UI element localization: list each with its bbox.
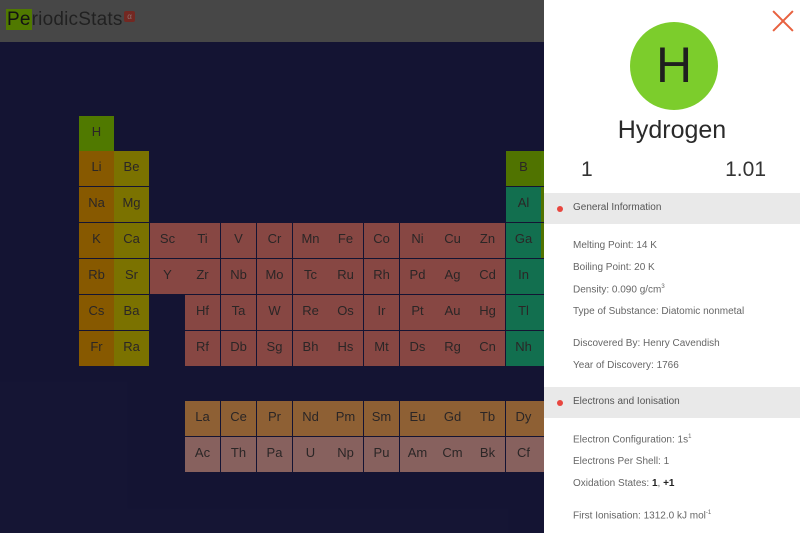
section-title: Electrons and Ionisation [573, 396, 680, 407]
substance-type: Type of Substance: Diatomic nonmetal [573, 306, 745, 317]
oxidation-states: Oxidation States: 1, +1 [573, 478, 675, 489]
bullet-icon [557, 400, 563, 406]
melting-point: Melting Point: 14 K [573, 240, 657, 251]
atomic-number: 1 [581, 158, 593, 181]
section-electrons-ionisation[interactable]: Electrons and Ionisation [544, 387, 800, 418]
density: Density: 0.090 g/cm3 [573, 284, 665, 296]
section-title: General Information [573, 202, 662, 213]
atomic-mass: 1.01 [725, 158, 766, 181]
element-detail-panel: H Hydrogen 1 1.01 General Information Me… [544, 0, 800, 533]
element-symbol: H [655, 37, 693, 93]
electron-configuration: Electron Configuration: 1s1 [573, 434, 692, 446]
discovered-by: Discovered By: Henry Cavendish [573, 338, 720, 349]
section-general-information[interactable]: General Information [544, 193, 800, 224]
first-ionisation: First Ionisation: 1312.0 kJ mol-1 [573, 510, 712, 522]
element-symbol-badge: H [630, 22, 718, 110]
electrons-per-shell: Electrons Per Shell: 1 [573, 456, 670, 467]
close-icon[interactable] [770, 8, 796, 34]
year-of-discovery: Year of Discovery: 1766 [573, 360, 679, 371]
element-name: Hydrogen [617, 116, 727, 144]
boiling-point: Boiling Point: 20 K [573, 262, 655, 273]
bullet-icon [557, 206, 563, 212]
